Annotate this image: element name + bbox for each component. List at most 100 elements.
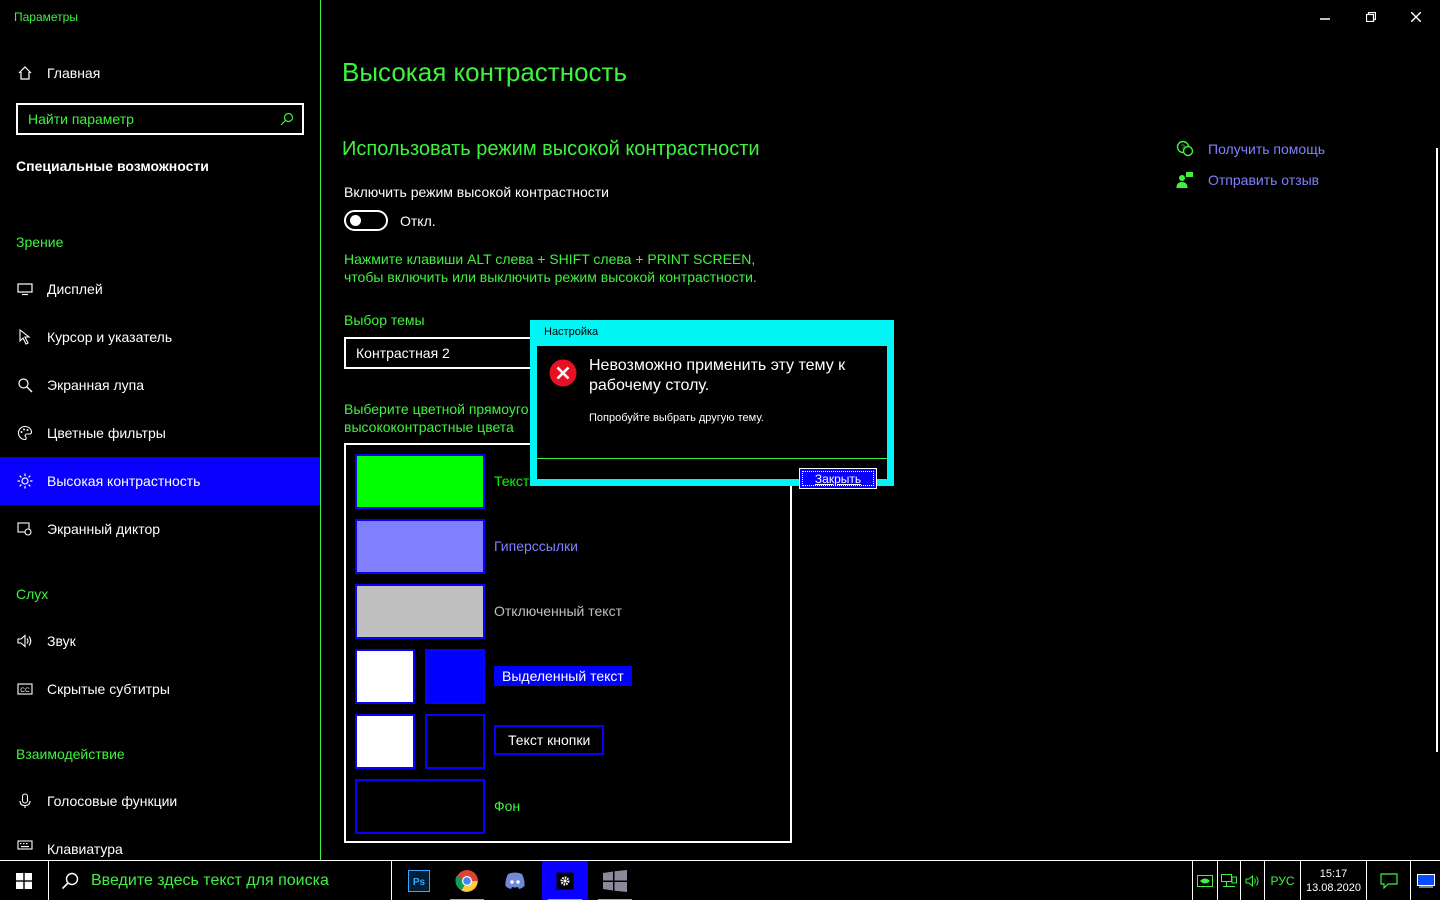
sidebar-item-label: Звук <box>47 633 76 649</box>
sidebar-item-label: Экранный диктор <box>47 521 161 537</box>
swatch-button-label: Текст кнопки <box>494 725 605 755</box>
magnifier-icon <box>0 377 47 393</box>
section-heading: Использовать режим высокой контрастности <box>342 138 760 160</box>
theme-select-value: Контрастная 2 <box>356 345 450 361</box>
feedback-person-icon <box>1176 172 1193 188</box>
tray-language[interactable]: РУС <box>1264 861 1300 900</box>
sidebar-item-color-filters[interactable]: Цветные фильтры <box>0 409 320 457</box>
closed-captions-icon: CC <box>0 681 47 697</box>
nvidia-icon <box>1197 875 1213 887</box>
sidebar-item-high-contrast[interactable]: Высокая контрастность <box>0 457 320 505</box>
dialog-body: Невозможно применить эту тему к рабочему… <box>537 346 887 489</box>
sidebar-item-cursor[interactable]: Курсор и указатель <box>0 313 320 361</box>
taskbar-app-discord[interactable] <box>492 861 538 900</box>
error-icon <box>549 359 577 387</box>
palette-icon <box>0 425 47 441</box>
action-center-button[interactable] <box>1366 861 1410 900</box>
sidebar-item-captions[interactable]: CC Скрытые субтитры <box>0 665 320 713</box>
help-chat-icon: ? <box>1176 140 1194 157</box>
send-feedback-label: Отправить отзыв <box>1208 172 1320 188</box>
swatch-button-text-color[interactable] <box>355 714 415 769</box>
group-interaction: Взаимодействие <box>16 746 125 762</box>
clock-date: 13.08.2020 <box>1305 882 1362 894</box>
taskbar-app-chrome[interactable] <box>444 861 490 900</box>
swatch-hyperlink-color[interactable] <box>355 519 485 574</box>
sidebar-item-speech[interactable]: Голосовые функции <box>0 777 320 825</box>
photoshop-icon: Ps <box>408 870 430 892</box>
get-help-label: Получить помощь <box>1208 141 1326 157</box>
swatch-background-color[interactable] <box>355 779 485 834</box>
taskbar-search-input[interactable]: Введите здесь текст для поиска <box>48 861 392 900</box>
taskbar-search-placeholder: Введите здесь текст для поиска <box>91 872 329 889</box>
sidebar-item-magnifier[interactable]: Экранная лупа <box>0 361 320 409</box>
sidebar-item-sound[interactable]: Звук <box>0 617 320 665</box>
restore-button[interactable] <box>1348 4 1394 30</box>
show-desktop-button[interactable] <box>1410 861 1440 900</box>
restore-icon <box>1366 12 1376 22</box>
microphone-icon <box>0 793 47 809</box>
tray-clock[interactable]: 15:17 13.08.2020 <box>1300 861 1366 900</box>
toggle-state-label: Откл. <box>400 213 436 229</box>
toggle-knob <box>350 215 361 226</box>
tray-network[interactable] <box>1217 861 1240 900</box>
tray-volume[interactable] <box>1240 861 1264 900</box>
dialog-submessage: Попробуйте выбрать другую тему. <box>589 412 764 424</box>
network-icon <box>1221 874 1237 887</box>
high-contrast-toggle[interactable] <box>344 210 388 231</box>
keyboard-icon <box>0 837 47 857</box>
sidebar-item-label: Высокая контрастность <box>47 473 201 489</box>
sidebar-item-keyboard[interactable]: Клавиатура <box>0 825 320 859</box>
svg-text:CC: CC <box>20 687 30 694</box>
sidebar-item-narrator[interactable]: Экранный диктор <box>0 505 320 553</box>
scrollbar[interactable] <box>1436 148 1438 752</box>
swatch-selected-bg-color[interactable] <box>425 649 485 704</box>
theme-caption: Выбор темы <box>344 312 425 328</box>
swatch-disabled-color[interactable] <box>355 584 485 639</box>
sidebar-item-home[interactable]: Главная <box>0 49 320 97</box>
settings-search-input[interactable]: Найти параметр <box>16 103 304 135</box>
start-button[interactable] <box>0 861 48 900</box>
close-icon <box>1411 12 1421 22</box>
swatch-disabled-label: Отключенный текст <box>494 603 622 619</box>
swatch-text-color[interactable] <box>355 454 485 509</box>
brightness-icon <box>0 473 47 489</box>
dialog-title: Настройка <box>544 326 599 338</box>
sidebar-item-label: Голосовые функции <box>47 793 178 809</box>
section-title: Специальные возможности <box>16 158 209 174</box>
taskbar-app-photoshop[interactable]: Ps <box>396 861 442 900</box>
tray-nvidia[interactable] <box>1192 861 1217 900</box>
group-hearing: Слух <box>16 586 49 602</box>
swatch-button-bg-color[interactable] <box>425 714 485 769</box>
taskbar: Введите здесь текст для поиска Ps РУС 15… <box>0 860 1440 900</box>
windows-logo-icon <box>16 873 32 889</box>
taskbar-app-windows[interactable] <box>592 861 638 900</box>
chrome-icon <box>455 870 478 892</box>
window-icon <box>603 870 627 892</box>
toggle-caption: Включить режим высокой контрастности <box>344 184 609 200</box>
page-title: Высокая контрастность <box>342 57 627 87</box>
search-icon <box>280 112 294 126</box>
svg-text:?: ? <box>1181 145 1185 152</box>
sidebar-item-label: Главная <box>47 65 101 81</box>
minimize-icon <box>1320 18 1330 20</box>
sidebar-item-label: Экранная лупа <box>47 377 145 393</box>
minimize-button[interactable] <box>1302 4 1348 30</box>
error-dialog: Настройка Невозможно применить эту тему … <box>530 320 894 489</box>
sidebar-item-display[interactable]: Дисплей <box>0 265 320 313</box>
speaker-icon <box>0 633 47 649</box>
taskbar-app-settings[interactable] <box>542 861 588 900</box>
send-feedback-link[interactable]: Отправить отзыв <box>1176 171 1319 189</box>
dialog-close-button[interactable]: Закрыть <box>799 468 877 489</box>
swatch-selected-text-color[interactable] <box>355 649 415 704</box>
cursor-icon <box>0 329 47 345</box>
close-window-button[interactable] <box>1393 4 1439 30</box>
swatch-background-label: Фон <box>494 798 521 814</box>
get-help-link[interactable]: ? Получить помощь <box>1176 140 1325 158</box>
sidebar-item-label: Клавиатура <box>47 841 123 857</box>
group-vision: Зрение <box>16 234 64 250</box>
search-icon <box>61 872 79 890</box>
clock-time: 15:17 <box>1319 868 1348 880</box>
notification-icon <box>1379 873 1398 889</box>
svg-text:Ps: Ps <box>413 877 426 888</box>
sidebar-item-label: Дисплей <box>47 281 103 297</box>
